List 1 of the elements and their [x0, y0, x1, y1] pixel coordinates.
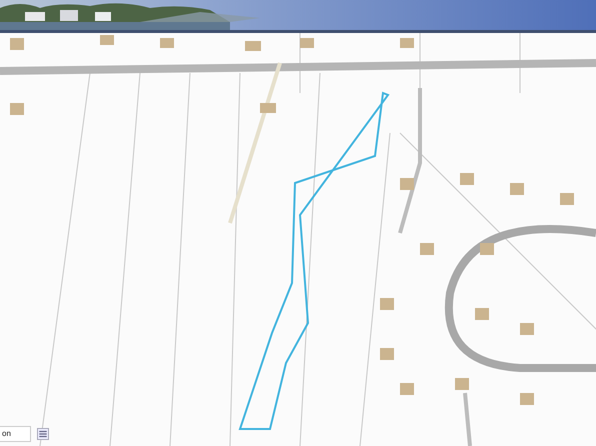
- input-field[interactable]: on: [0, 426, 31, 442]
